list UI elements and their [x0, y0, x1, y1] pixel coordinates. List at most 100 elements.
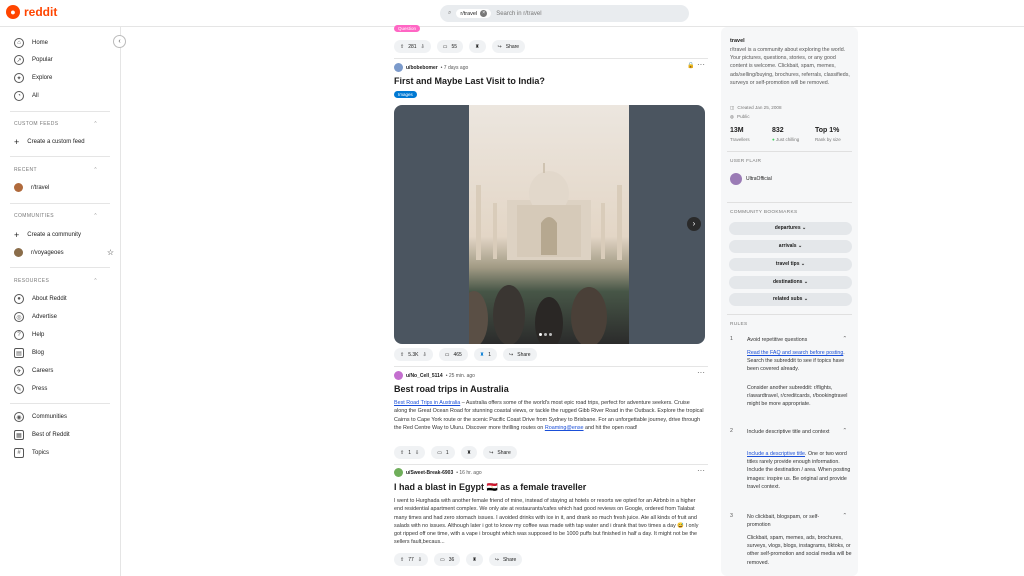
- bookmark-label: departures: [774, 225, 801, 231]
- online-dot-icon: ●: [772, 137, 775, 142]
- sidebar-item-best-of[interactable]: ▦ Best of Reddit: [14, 430, 114, 440]
- sidebar-item-home[interactable]: ⌂ Home: [14, 38, 114, 48]
- user-flair-avatar-icon: [730, 173, 742, 185]
- sidebar-item-press[interactable]: ✎ Press: [14, 384, 114, 394]
- bookmark-travel-tips[interactable]: travel tips ⌄: [729, 258, 852, 271]
- community-chip[interactable]: r/travel ×: [456, 9, 492, 18]
- post-title[interactable]: I had a blast in Egypt 🇪🇬 as a female tr…: [394, 482, 586, 493]
- post-actions: ⇧ 77 ⇩ ▭ 36 ♜ ↪ Share: [394, 553, 523, 566]
- share-button[interactable]: ↪ Share: [491, 40, 526, 53]
- post-author[interactable]: u/Sweet-Break-6903: [406, 470, 453, 476]
- bookmark-arrivals[interactable]: arrivals ⌄: [729, 240, 852, 253]
- downvote-icon[interactable]: ⇩: [421, 44, 425, 50]
- award-button[interactable]: ♜ 1: [473, 348, 498, 361]
- rule-link[interactable]: Read the FAQ and search before posting: [747, 350, 843, 356]
- create-custom-feed[interactable]: + Create a custom feed: [14, 137, 114, 147]
- post-title[interactable]: First and Maybe Last Visit to India?: [394, 76, 545, 86]
- bookmark-departures[interactable]: departures ⌄: [729, 222, 852, 235]
- user-avatar-icon[interactable]: [394, 371, 403, 380]
- post-title[interactable]: Best road trips in Australia: [394, 384, 509, 394]
- share-button[interactable]: ↪ Share: [488, 553, 523, 566]
- post-body[interactable]: I went to Hurghada with another female f…: [394, 497, 704, 547]
- share-button[interactable]: ↪ Share: [503, 348, 537, 361]
- sidebar-item-all[interactable]: ◔ All: [14, 91, 114, 101]
- vote-count: 77: [408, 556, 414, 563]
- comments-button[interactable]: ▭ 55: [436, 40, 464, 53]
- upvote-icon[interactable]: ⇧: [400, 450, 404, 456]
- section-heading-label: COMMUNITIES: [14, 213, 54, 219]
- post-author[interactable]: u/bobebomer: [406, 65, 438, 71]
- sidebar-item-popular[interactable]: ↗ Popular: [14, 55, 114, 65]
- visibility-text: Public: [737, 114, 750, 119]
- next-image-button[interactable]: ›: [687, 217, 701, 231]
- rule-description: Include a descriptive title. One or two …: [747, 450, 852, 491]
- rule-description: Read the FAQ and search before posting. …: [747, 349, 852, 374]
- award-button[interactable]: ♜: [469, 40, 486, 53]
- question-flair[interactable]: Question: [394, 25, 421, 32]
- sidebar-item-help[interactable]: ? Help: [14, 330, 114, 340]
- images-flair[interactable]: Images: [394, 91, 417, 98]
- divider: [10, 403, 110, 404]
- award-button[interactable]: ♜: [466, 553, 483, 566]
- post-body[interactable]: Best Road Trips in Australia – Australia…: [394, 399, 704, 432]
- communities-heading[interactable]: COMMUNITIES ⌃: [14, 213, 98, 219]
- post-author[interactable]: u/No_Cell_5114: [406, 373, 443, 379]
- reddit-logo[interactable]: ● reddit: [6, 5, 57, 19]
- visibility: ◍ Public: [730, 114, 750, 120]
- bookmark-destinations[interactable]: destinations ⌄: [729, 276, 852, 289]
- downvote-icon[interactable]: ⇩: [415, 450, 419, 456]
- lock-icon: 🔒: [687, 63, 695, 69]
- collapse-sidebar-button[interactable]: ‹: [113, 35, 126, 48]
- award-icon: ♜: [472, 556, 477, 563]
- clear-chip-icon[interactable]: ×: [480, 10, 488, 17]
- vote-pill: ⇧ 281 ⇩: [394, 40, 431, 53]
- user-flair[interactable]: UltraOfficial: [730, 173, 772, 185]
- downvote-icon[interactable]: ⇩: [423, 352, 427, 358]
- post-link[interactable]: Roaming@ense: [545, 425, 584, 431]
- more-options-icon[interactable]: ···: [697, 466, 705, 475]
- sidebar-item-community[interactable]: r/voyageoes ☆: [14, 248, 114, 257]
- award-count: 1: [488, 351, 492, 358]
- more-options-icon[interactable]: ···: [697, 368, 705, 377]
- left-sidebar: ⌂ Home ↗ Popular ✦ Explore ◔ All CUSTOM FEED…: [0, 27, 121, 576]
- bookmark-related-subs[interactable]: related subs ⌄: [729, 293, 852, 306]
- sidebar-item-advertise[interactable]: ◎ Advertise: [14, 312, 114, 322]
- comments-button[interactable]: ▭ 36: [433, 553, 461, 566]
- sidebar-item-topics[interactable]: # Topics: [14, 448, 114, 458]
- recent-heading[interactable]: RECENT ⌃: [14, 167, 98, 173]
- sidebar-item-recent-travel[interactable]: r/travel: [14, 183, 114, 192]
- custom-feeds-heading[interactable]: CUSTOM FEEDS ⌃: [14, 121, 98, 127]
- sidebar-item-communities[interactable]: ◉ Communities: [14, 412, 114, 422]
- sidebar-item-blog[interactable]: ▤ Blog: [14, 348, 114, 358]
- create-community[interactable]: + Create a community: [14, 230, 114, 240]
- post-time: • 25 min. ago: [445, 372, 475, 379]
- downvote-icon[interactable]: ⇩: [418, 557, 422, 563]
- more-options-icon[interactable]: ···: [697, 60, 705, 69]
- upvote-icon[interactable]: ⇧: [400, 352, 404, 358]
- upvote-icon[interactable]: ⇧: [400, 44, 404, 50]
- rule-number: 3: [730, 513, 733, 519]
- online-count: 832: [772, 127, 784, 134]
- comments-button[interactable]: ▭ 465: [438, 348, 468, 361]
- sidebar-item-about[interactable]: ● About Reddit: [14, 294, 114, 304]
- sidebar-item-careers[interactable]: ✈ Careers: [14, 366, 114, 376]
- upvote-icon[interactable]: ⇧: [400, 557, 404, 563]
- user-avatar-icon[interactable]: [394, 63, 403, 72]
- user-avatar-icon[interactable]: [394, 468, 403, 477]
- rule-link[interactable]: Include a descriptive title: [747, 451, 805, 457]
- share-button[interactable]: ↪ Share: [483, 446, 517, 459]
- post-image-gallery[interactable]: ›: [394, 105, 705, 344]
- online-label-text: Just chilling: [775, 137, 800, 142]
- sidebar-item-explore[interactable]: ✦ Explore: [14, 73, 114, 83]
- award-button[interactable]: ♜: [460, 446, 478, 459]
- resources-heading[interactable]: RESOURCES ⌃: [14, 278, 98, 284]
- award-icon: ♜: [479, 351, 485, 358]
- star-icon[interactable]: ☆: [107, 248, 114, 257]
- post-link[interactable]: Best Road Trips in Australia: [394, 400, 460, 406]
- section-heading-label: RECENT: [14, 167, 37, 173]
- blog-icon: ▤: [14, 348, 24, 358]
- comments-button[interactable]: ▭ 1: [431, 446, 455, 459]
- sidebar-label: Help: [32, 332, 45, 338]
- search-bar[interactable]: ⌕ r/travel × Search in r/travel: [440, 5, 689, 22]
- sidebar-label: Best of Reddit: [32, 432, 70, 438]
